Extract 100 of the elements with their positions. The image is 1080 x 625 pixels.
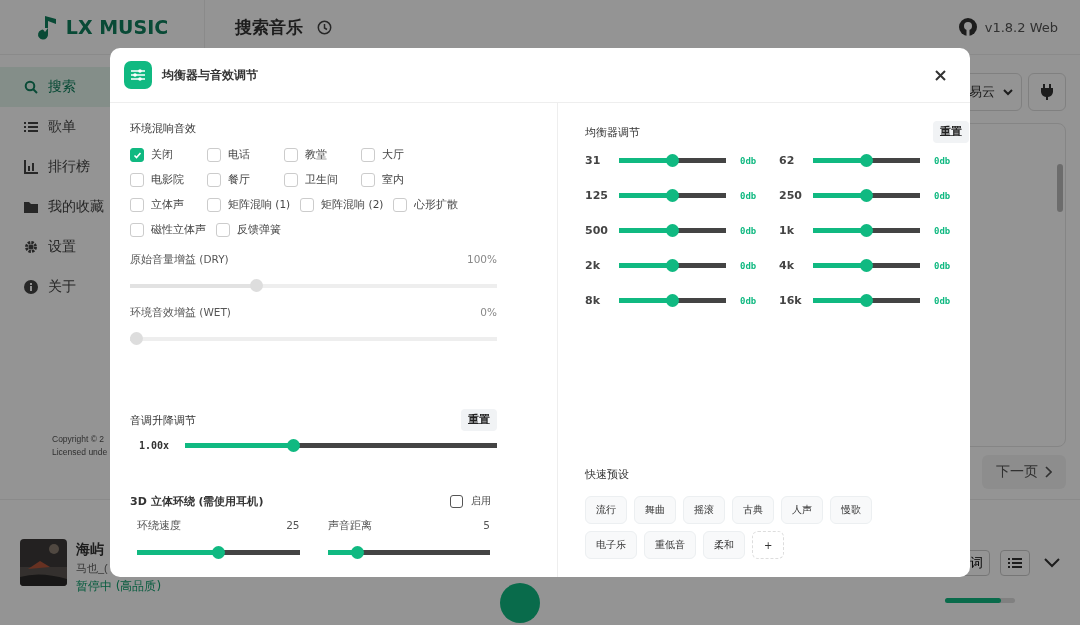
pitch-value: 1.00x (139, 440, 169, 451)
band-label: 250 (779, 189, 803, 202)
band-value: 0db (740, 190, 757, 201)
reverb-option[interactable]: 反馈弹簧 (216, 221, 293, 239)
slider-label: 声音距离 (327, 519, 372, 533)
band-value: 0db (934, 155, 951, 166)
preset-chip[interactable]: 电子乐 (585, 531, 637, 559)
chevron-down-icon (1003, 88, 1013, 96)
reverb-option[interactable]: 矩阵混响 (2) (300, 196, 394, 214)
reverb-option[interactable]: 教堂 (284, 146, 361, 164)
preset-chip[interactable]: 人声 (781, 496, 823, 524)
section-title: 音调升降调节 (130, 412, 196, 428)
gear-icon (24, 240, 38, 254)
next-page-button[interactable]: 下一页 (982, 455, 1066, 489)
band-value: 0db (934, 295, 951, 306)
preset-chip[interactable]: 古典 (732, 496, 774, 524)
band-value: 0db (934, 190, 951, 201)
slider-thumb[interactable] (211, 546, 225, 559)
add-preset-button[interactable]: + (752, 531, 785, 559)
plug-button[interactable] (1028, 73, 1066, 111)
sidebar-item[interactable]: 排行榜 (0, 147, 110, 187)
info-icon (24, 280, 38, 294)
preset-chip[interactable]: 柔和 (703, 531, 745, 559)
preset-chip[interactable]: 慢歌 (830, 496, 872, 524)
playlist-button[interactable] (1000, 550, 1030, 576)
artist-name: 马也_( (76, 560, 108, 576)
clock-icon[interactable] (317, 19, 332, 35)
sidebar-item[interactable]: 歌单 (0, 107, 110, 147)
checkbox[interactable] (130, 148, 144, 162)
band-value: 0db (740, 155, 757, 166)
sidebar-item[interactable]: 设置 (0, 227, 110, 267)
preset-chip[interactable]: 舞曲 (634, 496, 676, 524)
playback-status: 暂停中 (高品质) (76, 577, 162, 595)
checkbox[interactable] (450, 494, 463, 508)
band-value: 0db (740, 260, 757, 271)
slider-thumb[interactable] (666, 154, 679, 167)
reverb-option[interactable]: 关闭 (130, 146, 207, 164)
slider-thumb[interactable] (860, 189, 873, 202)
slider-thumb[interactable] (286, 439, 300, 452)
slider-value: 100% (466, 253, 497, 267)
band-label: 125 (585, 189, 609, 202)
list-icon (1008, 556, 1022, 570)
band-value: 0db (934, 260, 951, 271)
sidebar-item[interactable]: 关于 (0, 267, 110, 307)
sidebar-item[interactable]: 我的收藏 (0, 187, 110, 227)
folder-icon (24, 200, 38, 214)
reverb-option[interactable]: 电影院 (130, 171, 207, 189)
reverb-option[interactable]: 卫生间 (284, 171, 361, 189)
reverb-option[interactable]: 磁性立体声 (130, 221, 216, 239)
slider-thumb[interactable] (666, 294, 679, 307)
reverb-option[interactable]: 矩阵混响 (1) (207, 196, 301, 214)
slider-value: 0% (480, 306, 497, 320)
band-label: 16k (779, 294, 803, 307)
band-value: 0db (740, 225, 757, 236)
play-button[interactable] (500, 582, 540, 623)
reverb-option[interactable]: 大厅 (361, 146, 438, 164)
enable-checkbox[interactable]: 启用 (444, 493, 497, 509)
section-title: 3D 立体环绕 (需使用耳机) (130, 493, 264, 509)
section-title: 快速预设 (585, 468, 629, 480)
github-icon[interactable] (958, 18, 977, 36)
volume-slider[interactable] (945, 598, 1015, 603)
plug-icon (1040, 84, 1054, 100)
slider-label: 环境音效增益 (WET) (130, 306, 231, 320)
slider-thumb[interactable] (666, 189, 679, 202)
slider-thumb[interactable] (666, 224, 679, 237)
reverb-option[interactable]: 立体声 (130, 196, 207, 214)
band-value: 0db (740, 295, 757, 306)
reverb-option[interactable]: 餐厅 (207, 171, 284, 189)
list-icon (24, 120, 38, 134)
slider-thumb[interactable] (860, 294, 873, 307)
footer-text: Licensed unde (52, 446, 109, 459)
app-logo: LX MUSIC (65, 16, 169, 38)
band-label: 4k (779, 259, 795, 272)
chevron-down-icon[interactable] (1044, 557, 1060, 568)
footer-text: Copyright © 2 (52, 433, 106, 446)
slider-thumb[interactable] (860, 224, 873, 237)
slider-thumb[interactable] (860, 259, 873, 272)
preset-chip[interactable]: 流行 (585, 496, 627, 524)
reset-button[interactable]: 重置 (933, 121, 969, 143)
reverb-option[interactable]: 电话 (207, 146, 284, 164)
reverb-option[interactable]: 心形扩散 (393, 196, 471, 214)
slider-thumb[interactable] (860, 154, 873, 167)
slider-label: 原始音量增益 (DRY) (130, 253, 229, 267)
version-label: v1.8.2 Web (984, 19, 1058, 35)
band-label: 62 (779, 154, 796, 167)
preset-chip[interactable]: 摇滚 (683, 496, 725, 524)
dialog-title: 均衡器与音效调节 (162, 66, 259, 84)
section-title: 均衡器调节 (585, 124, 640, 140)
band-label: 8k (585, 294, 601, 307)
song-title: 海屿 (76, 540, 104, 559)
reset-button[interactable]: 重置 (461, 409, 497, 431)
slider-thumb[interactable] (351, 546, 365, 559)
slider-thumb[interactable] (666, 259, 679, 272)
preset-chip[interactable]: 重低音 (644, 531, 696, 559)
chart-icon (24, 160, 38, 174)
section-title: 环境混响音效 (130, 121, 197, 136)
page-title: 搜索音乐 (235, 15, 303, 39)
reverb-option[interactable]: 室内 (361, 171, 438, 189)
sliders-icon (124, 61, 152, 89)
band-value: 0db (934, 225, 951, 236)
